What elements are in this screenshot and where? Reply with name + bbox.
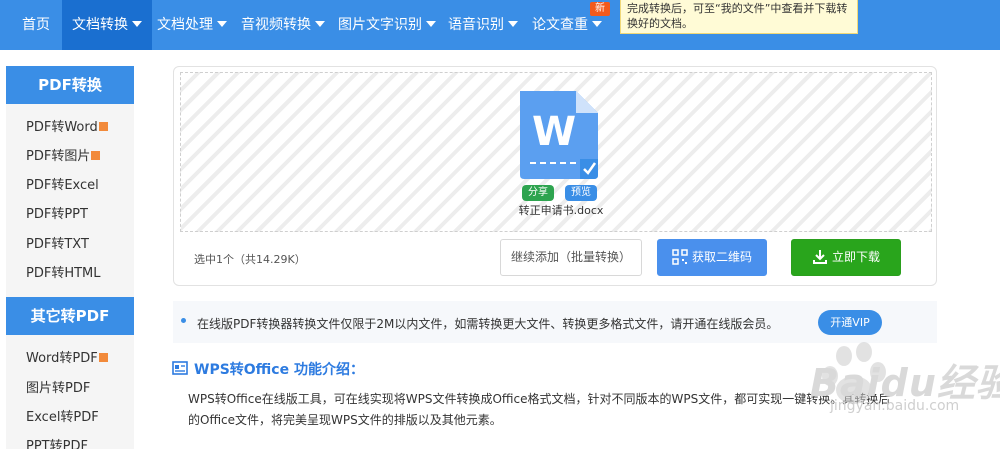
file-name: 转正申请书.docx [518,204,604,217]
qrcode-icon [672,248,688,265]
nav-doc-convert[interactable]: 文档转换 [62,0,152,50]
nav-home[interactable]: 首页 [22,0,50,50]
chevron-down-icon [592,21,602,27]
get-qrcode-button[interactable]: 获取二维码 [657,239,767,276]
nav-av-convert[interactable]: 音视频转换 [241,0,325,50]
file-letter: W [532,109,576,155]
chevron-down-icon [217,21,227,27]
sidebar-item-pdf-to-image[interactable]: PDF转图片 [26,147,101,167]
nav-home-label: 首页 [22,17,50,33]
sidebar-item-pdf-to-txt[interactable]: PDF转TXT [26,235,89,255]
hot-badge-icon [98,122,108,131]
notice-bar: 在线版PDF转换器转换文件仅限于2M以内文件，如需转换更大文件、转换更多格式文件… [173,301,937,343]
open-vip-button[interactable]: 开通VIP [818,310,882,335]
sidebar: PDF转换 PDF转Word PDF转图片 PDF转Excel PDF转PPT … [6,66,134,449]
nav-speech[interactable]: 语音识别 [448,0,518,50]
chevron-down-icon [508,21,518,27]
sidebar-item-label: PDF转Word [26,120,98,135]
sidebar-item-pdf-to-word[interactable]: PDF转Word [26,118,108,138]
nav-doc-process-label: 文档处理 [157,17,213,33]
intro-title: WPS转Office 功能介绍： [172,359,364,379]
file-dropzone[interactable]: W 分享 预览 转正申请书.docx [180,72,932,232]
notice-text: 在线版PDF转换器转换文件仅限于2M以内文件，如需转换更大文件、转换更多格式文件… [197,317,779,331]
sidebar-item-excel-to-pdf[interactable]: Excel转PDF [26,408,99,428]
download-button-label: 立即下载 [831,250,880,264]
hot-badge-icon [91,151,101,160]
qrcode-button-label: 获取二维码 [691,250,752,264]
nav-ocr-label: 图片文字识别 [338,17,422,33]
document-list-icon [172,361,188,375]
intro-title-text: WPS转Office 功能介绍： [194,362,364,378]
sidebar-heading-to-pdf: 其它转PDF [6,297,134,335]
sidebar-item-ppt-to-pdf[interactable]: PPT转PDF [26,437,88,449]
nav-av-convert-label: 音视频转换 [241,17,311,33]
selection-info: 选中1个（共14.29K） [194,253,306,266]
new-badge: 新 [590,2,610,16]
bullet-icon [181,318,186,323]
chevron-down-icon [132,21,142,27]
hot-badge-icon [98,353,108,362]
watermark-subtext: jingyan.baidu.com [830,398,960,414]
chevron-down-icon [315,21,325,27]
nav-doc-process[interactable]: 文档处理 [157,0,227,50]
download-icon [812,249,827,264]
download-button[interactable]: 立即下载 [791,239,901,276]
tooltip: 完成转换后，可至“我的文件”中查看并下载转换好的文档。 [620,0,858,34]
nav-ocr[interactable]: 图片文字识别 [338,0,436,50]
sidebar-item-label: PDF转图片 [26,149,91,164]
sidebar-item-pdf-to-html[interactable]: PDF转HTML [26,264,101,284]
word-file-icon[interactable]: W [518,89,602,181]
sidebar-item-label: Word转PDF [26,351,98,366]
preview-button[interactable]: 预览 [565,185,597,201]
sidebar-item-pdf-to-excel[interactable]: PDF转Excel [26,176,99,196]
sidebar-item-pdf-to-ppt[interactable]: PDF转PPT [26,205,88,225]
nav-paper-check-label: 论文查重 [532,17,588,33]
sidebar-heading-pdf: PDF转换 [6,66,134,104]
upload-panel: W 分享 预览 转正申请书.docx 选中1个（共14.29K） 继续添加（批量… [173,66,937,286]
nav-speech-label: 语音识别 [448,17,504,33]
sidebar-item-word-to-pdf[interactable]: Word转PDF [26,349,108,369]
share-button[interactable]: 分享 [522,185,554,201]
nav-doc-convert-label: 文档转换 [72,17,128,33]
top-nav: 首页 文档转换 文档处理 音视频转换 图片文字识别 语音识别 论文查重 新 完成… [0,0,1000,50]
add-more-button[interactable]: 继续添加（批量转换） [500,239,642,276]
chevron-down-icon [426,21,436,27]
sidebar-item-image-to-pdf[interactable]: 图片转PDF [26,379,90,399]
